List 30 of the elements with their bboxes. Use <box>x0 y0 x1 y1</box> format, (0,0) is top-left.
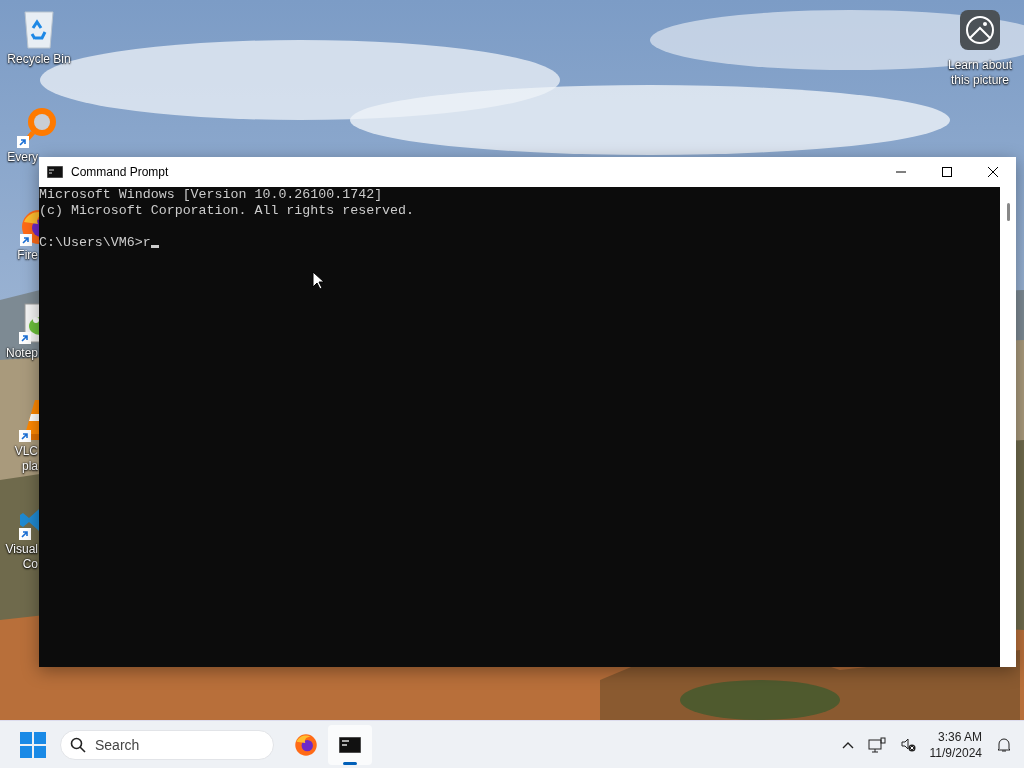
start-button[interactable] <box>20 731 46 758</box>
icon-label: Recycle Bin <box>7 52 71 67</box>
text-cursor <box>150 245 159 248</box>
icon-label: VLC <box>14 444 38 459</box>
clock[interactable]: 3:36 AM 11/9/2024 <box>929 728 982 761</box>
maximize-icon <box>941 166 953 178</box>
mouse-pointer-icon <box>312 271 324 290</box>
network-icon[interactable] <box>867 736 886 753</box>
terminal-icon <box>339 736 361 753</box>
console-output: Microsoft Windows [Version 10.0.26100.1742] (c) Microsoft Corporation. All rights reserved. <box>39 187 415 220</box>
window-title: Command Prompt <box>71 165 170 179</box>
search-icon <box>70 736 86 753</box>
icon-label: Notep <box>5 346 38 361</box>
icon-label: Every <box>7 150 38 165</box>
chevron-up-icon[interactable] <box>841 740 854 749</box>
volume-muted-icon[interactable] <box>899 736 916 753</box>
picture-info-icon[interactable] <box>960 10 1000 50</box>
fox-globe-icon <box>294 732 318 757</box>
scrollbar-thumb[interactable] <box>1006 203 1010 221</box>
icon-label: Fire <box>17 248 38 263</box>
taskbar-app[interactable] <box>328 724 372 765</box>
icon-label: Learn about this picture <box>946 58 1014 88</box>
icon-label: Visual <box>5 542 38 557</box>
icon-label: Co <box>22 557 38 572</box>
notification-bell-icon[interactable] <box>996 736 1012 753</box>
close-icon <box>987 166 999 178</box>
icon-label: pla <box>22 459 38 474</box>
terminal-icon <box>47 166 63 178</box>
command-line: C:\Users\VM6>r <box>39 235 151 251</box>
search-field[interactable]: Search <box>60 729 274 760</box>
